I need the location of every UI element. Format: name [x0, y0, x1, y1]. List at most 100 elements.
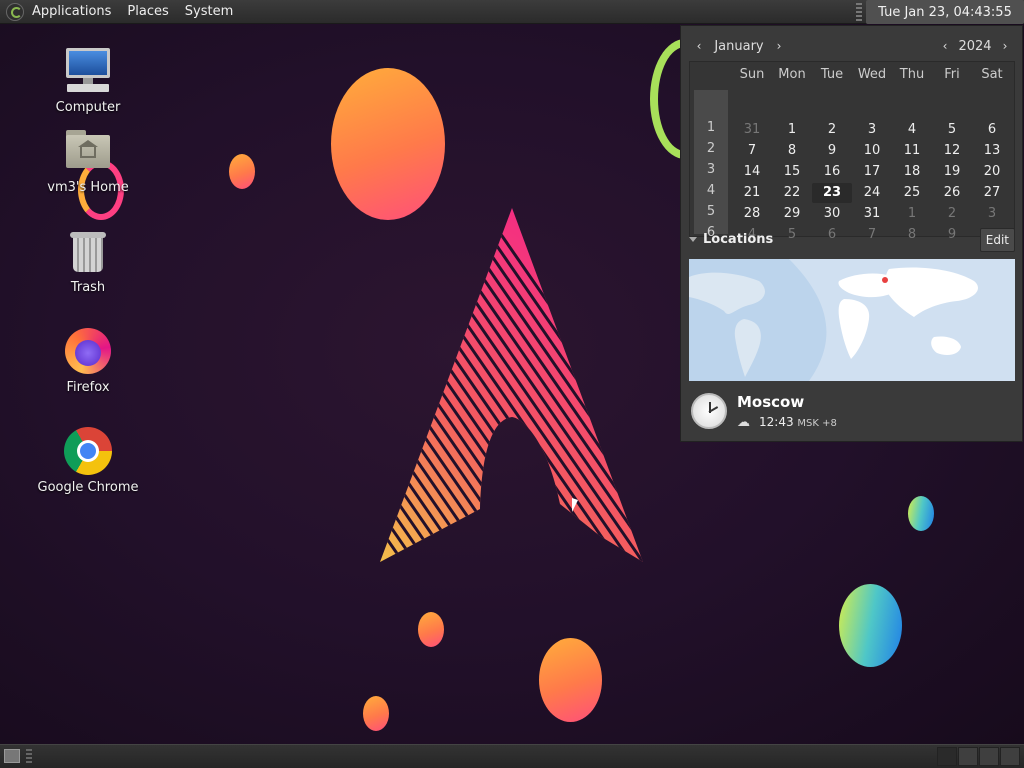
location-item-moscow[interactable]: Moscow ☁ 12:43 MSK +8: [689, 391, 1015, 435]
month-label: January: [714, 38, 764, 54]
home-folder-icon: [63, 126, 113, 176]
calendar-day-today[interactable]: 23: [812, 183, 852, 203]
calendar-day[interactable]: 1: [892, 204, 932, 224]
desktop-icon-computer[interactable]: Computer: [33, 46, 143, 115]
week-number: 3: [706, 162, 716, 177]
day-header-wed: Wed: [857, 67, 887, 82]
week-number: 5: [706, 204, 716, 219]
calendar-popup: ‹ January › ‹ 2024 › Sun Mon Tue Wed Thu Fri S…: [680, 25, 1023, 442]
calendar-day[interactable]: 8: [772, 141, 812, 161]
world-map: [689, 259, 1015, 381]
computer-icon: [63, 46, 113, 96]
calendar-day[interactable]: 16: [812, 162, 852, 182]
calendar-day[interactable]: 6: [972, 120, 1012, 140]
week-number: 1: [706, 120, 716, 135]
mate-logo-icon: [6, 2, 24, 21]
calendar-day[interactable]: 1: [772, 120, 812, 140]
calendar-day[interactable]: 7: [732, 141, 772, 161]
calendar-day[interactable]: 4: [892, 120, 932, 140]
day-header-sat: Sat: [981, 67, 1003, 82]
calendar-day[interactable]: 3: [852, 120, 892, 140]
panel-drag-handle[interactable]: [856, 3, 862, 21]
calendar-day[interactable]: 31: [852, 204, 892, 224]
edit-locations-button[interactable]: Edit: [979, 228, 1015, 252]
analog-clock-icon: [691, 393, 727, 429]
desktop-icon-home[interactable]: vm3's Home: [33, 126, 143, 195]
calendar-grid: Sun Mon Tue Wed Thu Fri Sat 123456 31 1 2 3 4 5 6 7 8 9…: [689, 61, 1015, 242]
calendar-day[interactable]: 20: [972, 162, 1012, 182]
desktop-icon-label: Firefox: [66, 380, 110, 395]
menu-system-label: System: [184, 4, 234, 19]
calendar-day[interactable]: 18: [892, 162, 932, 182]
menu-applications[interactable]: Applications: [0, 0, 119, 24]
menu-places[interactable]: Places: [119, 0, 176, 24]
menu-system[interactable]: System: [177, 0, 241, 24]
desktop-icon-label: vm3's Home: [47, 180, 129, 195]
prev-month-button[interactable]: ‹: [689, 39, 709, 53]
workspace-2[interactable]: [958, 747, 978, 766]
calendar-day[interactable]: 5: [932, 120, 972, 140]
calendar-day[interactable]: 26: [932, 183, 972, 203]
snow-cloud-icon: ☁: [737, 415, 750, 430]
calendar-day[interactable]: 29: [772, 204, 812, 224]
calendar-day[interactable]: 9: [812, 141, 852, 161]
location-time: 12:43 MSK +8: [759, 415, 837, 429]
day-header-sun: Sun: [739, 67, 765, 82]
workspace-1[interactable]: [937, 747, 957, 766]
calendar-day[interactable]: 3: [972, 204, 1012, 224]
show-desktop-button[interactable]: [4, 749, 20, 763]
desktop-icon-trash[interactable]: Trash: [33, 226, 143, 295]
calendar-day[interactable]: 10: [852, 141, 892, 161]
next-month-button[interactable]: ›: [769, 39, 789, 53]
menu-places-label: Places: [127, 4, 169, 19]
day-header-thu: Thu: [899, 67, 925, 82]
desktop-icon-label: Trash: [70, 280, 106, 295]
calendar-day[interactable]: 11: [892, 141, 932, 161]
expander-arrow-icon: [689, 236, 697, 242]
prev-year-button[interactable]: ‹: [935, 39, 955, 53]
calendar-day[interactable]: 12: [932, 141, 972, 161]
locations-header[interactable]: Locations Edit: [689, 226, 1015, 252]
trash-icon: [63, 226, 113, 276]
mouse-cursor-icon: [572, 498, 578, 512]
calendar-header: ‹ January › ‹ 2024 ›: [689, 34, 1015, 58]
year-label: 2024: [958, 38, 992, 54]
panel-clock[interactable]: Tue Jan 23, 04:43:55: [866, 0, 1024, 24]
locations-title: Locations: [703, 231, 774, 247]
calendar-day[interactable]: 15: [772, 162, 812, 182]
top-panel: Applications Places System Tue Jan 23, 0…: [0, 0, 1024, 24]
calendar-day[interactable]: 30: [812, 204, 852, 224]
desktop-icon-chrome[interactable]: Google Chrome: [33, 426, 143, 495]
calendar-day[interactable]: 19: [932, 162, 972, 182]
menu-applications-label: Applications: [32, 4, 112, 19]
workspace-4[interactable]: [1000, 747, 1020, 766]
desktop-icon-label: Computer: [55, 100, 121, 115]
chrome-icon: [63, 426, 113, 476]
calendar-day[interactable]: 22: [772, 183, 812, 203]
calendar-day[interactable]: 27: [972, 183, 1012, 203]
week-number: 2: [706, 141, 716, 156]
calendar-day[interactable]: 2: [932, 204, 972, 224]
location-city: Moscow: [737, 393, 805, 411]
calendar-day[interactable]: 14: [732, 162, 772, 182]
day-header-fri: Fri: [944, 67, 960, 82]
desktop-icon-firefox[interactable]: Firefox: [33, 326, 143, 395]
firefox-icon: [63, 326, 113, 376]
calendar-day[interactable]: 17: [852, 162, 892, 182]
panel-drag-handle[interactable]: [26, 749, 32, 765]
calendar-day[interactable]: 21: [732, 183, 772, 203]
desktop-icon-label: Google Chrome: [37, 480, 139, 495]
day-header-tue: Tue: [820, 67, 844, 82]
next-year-button[interactable]: ›: [995, 39, 1015, 53]
calendar-day[interactable]: 13: [972, 141, 1012, 161]
location-timezone: MSK +8: [797, 418, 837, 429]
bottom-panel: [0, 744, 1024, 768]
location-time-value: 12:43: [759, 415, 794, 429]
workspace-3[interactable]: [979, 747, 999, 766]
calendar-day[interactable]: 31: [732, 120, 772, 140]
calendar-day[interactable]: 28: [732, 204, 772, 224]
calendar-day[interactable]: 2: [812, 120, 852, 140]
calendar-day[interactable]: 25: [892, 183, 932, 203]
calendar-day[interactable]: 24: [852, 183, 892, 203]
week-number: 4: [706, 183, 716, 198]
